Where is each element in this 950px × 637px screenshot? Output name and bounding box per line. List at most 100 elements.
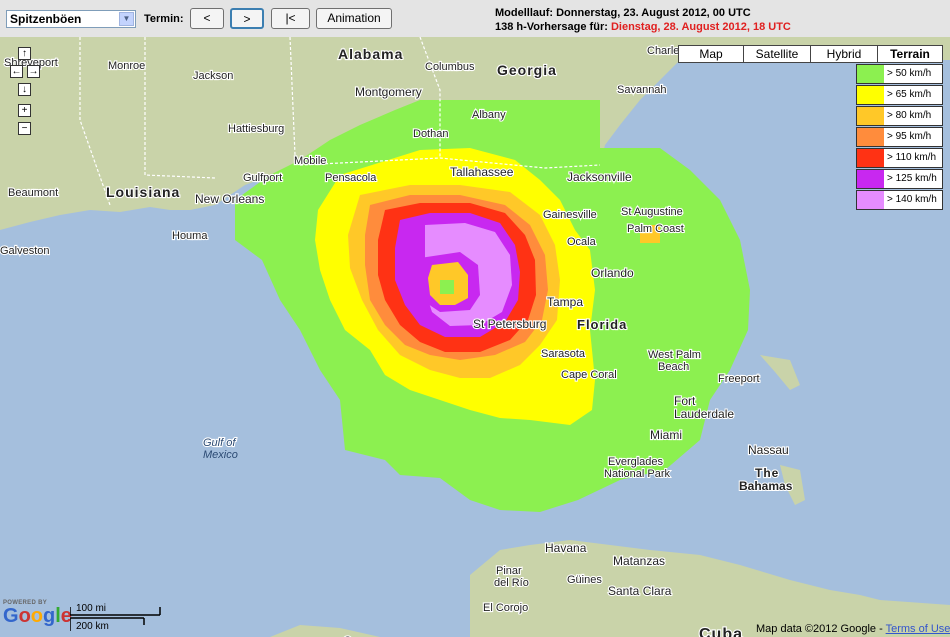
place-label-freeport: Freeport: [718, 373, 760, 385]
place-label-gulfport: Gulfport: [243, 172, 282, 184]
legend-label: > 95 km/h: [887, 131, 932, 142]
place-label-beaumont: Beaumont: [8, 187, 58, 199]
legend-row: > 50 km/h: [856, 64, 943, 84]
place-label-ocala: Ocala: [567, 236, 597, 248]
google-logo: POWERED BY Google: [3, 600, 72, 626]
legend-swatch: [857, 149, 884, 167]
place-label-everglades-national-park: Everglades: [608, 456, 664, 468]
map-type-hybrid-button[interactable]: Hybrid: [810, 45, 878, 63]
map-canvas[interactable]: Shreveport Monroe Jackson Alabama Columbus Ge…: [0, 37, 950, 637]
place-label-new-orleans: New Orleans: [195, 192, 264, 206]
google-letter: G: [3, 605, 19, 627]
zoom-in-button[interactable]: +: [18, 104, 31, 117]
place-label-matanzas: Matanzas: [613, 554, 665, 568]
scale-miles: 100 mi: [76, 603, 107, 614]
place-label-houma: Houma: [172, 230, 208, 242]
toolbar: Spitzenböen ▼ Termin: < > |< Animation M…: [0, 0, 950, 37]
legend-label: > 110 km/h: [887, 152, 937, 163]
place-label-columbus: Columbus: [425, 61, 475, 73]
legend-row: > 140 km/h: [856, 190, 943, 210]
place-label-tampa: Tampa: [547, 295, 583, 309]
place-label-pensacola: Pensacola: [325, 172, 377, 184]
place-label-gulf-of-mexico-line2: Mexico: [203, 449, 238, 461]
forecast-date: Dienstag, 28. August 2012, 18 UTC: [610, 21, 791, 33]
place-label-fort-lauderdale-line2: Lauderdale: [674, 407, 734, 421]
place-label-jackson: Jackson: [193, 70, 233, 82]
map-type-satellite-button[interactable]: Satellite: [743, 45, 811, 63]
legend-swatch: [857, 128, 884, 146]
google-wordmark: Google: [3, 606, 72, 626]
place-label-pinar-line2: del Río: [494, 577, 529, 589]
forecast-prefix: 138 h-Vorhersage für:: [495, 21, 611, 33]
animation-button[interactable]: Animation: [316, 8, 392, 29]
legend-label: > 50 km/h: [887, 68, 932, 79]
legend-row: > 80 km/h: [856, 106, 943, 126]
place-label-dothan: Dothan: [413, 128, 448, 140]
place-label-orlando: Orlando: [591, 266, 634, 280]
place-label-galveston: Galveston: [0, 245, 50, 257]
legend-label: > 80 km/h: [887, 110, 932, 121]
place-label-cuba: Cuba: [699, 626, 743, 637]
google-letter: o: [30, 605, 43, 627]
place-label-hattiesburg: Hattiesburg: [228, 123, 284, 135]
place-label-georgia: Georgia: [497, 62, 557, 78]
place-label-santa-clara: Santa Clara: [608, 584, 672, 598]
legend-swatch: [857, 170, 884, 188]
place-label-savannah: Savannah: [617, 84, 667, 96]
pan-left-button[interactable]: ←: [10, 65, 23, 78]
place-label-sarasota: Sarasota: [541, 348, 586, 360]
legend-row: > 110 km/h: [856, 148, 943, 168]
first-button[interactable]: |<: [271, 8, 310, 29]
place-label-bahamas-line2: Bahamas: [739, 479, 793, 493]
next-button[interactable]: >: [230, 8, 264, 29]
place-label-jacksonville: Jacksonville: [567, 170, 632, 184]
pan-right-button[interactable]: →: [27, 65, 40, 78]
map-type-terrain-button[interactable]: Terrain: [877, 45, 943, 63]
place-label-alabama: Alabama: [338, 46, 403, 62]
place-label-miami: Miami: [650, 428, 682, 442]
map-type-map-button[interactable]: Map: [678, 45, 744, 63]
legend-swatch: [857, 65, 884, 83]
scale-km: 200 km: [76, 621, 109, 632]
pan-up-button[interactable]: ↑: [18, 47, 31, 60]
place-label-montgomery: Montgomery: [355, 85, 422, 99]
terms-of-use-link[interactable]: Terms of Use: [886, 623, 950, 635]
legend-swatch: [857, 191, 884, 209]
place-label-st-petersburg: St Petersburg: [473, 317, 546, 331]
map-copyright: Map data ©2012 Google - Terms of Use: [756, 623, 950, 635]
place-label-louisiana: Louisiana: [106, 184, 180, 200]
place-label-west-palm-beach-line2: Beach: [658, 361, 689, 373]
zoom-out-button[interactable]: −: [18, 122, 31, 135]
legend-swatch: [857, 107, 884, 125]
termin-label: Termin:: [144, 13, 184, 25]
google-letter: o: [18, 605, 31, 627]
place-label-tallahassee: Tallahassee: [450, 165, 514, 179]
place-label-pinar-del-rio: Pinar: [496, 565, 522, 577]
place-label-everglades-line2: National Park: [604, 468, 671, 480]
place-label-monroe: Monroe: [108, 60, 145, 72]
place-label-mobile: Mobile: [294, 155, 326, 167]
place-label-gulf-of-mexico: Gulf of: [203, 437, 236, 449]
place-label-florida: Florida: [577, 317, 627, 332]
place-label-el-corojo: El Corojo: [483, 602, 528, 614]
legend-swatch: [857, 86, 884, 104]
place-label-g-ines: Güines: [567, 574, 602, 586]
legend-row: > 125 km/h: [856, 169, 943, 189]
chevron-down-icon[interactable]: ▼: [119, 12, 134, 26]
model-run-info: Modelllauf: Donnerstag, 23. August 2012,…: [495, 7, 751, 19]
google-letter: g: [43, 605, 56, 627]
place-label-cape-coral: Cape Coral: [561, 369, 617, 381]
legend-row: > 95 km/h: [856, 127, 943, 147]
parameter-select-value: Spitzenböen: [10, 12, 82, 26]
scale-bar: 100 mi 200 km: [69, 603, 170, 633]
wind-50kmh-eye: [440, 280, 454, 294]
parameter-select[interactable]: Spitzenböen ▼: [6, 10, 136, 28]
wind-legend: > 50 km/h > 65 km/h > 80 km/h > 95 km/h > 11…: [856, 64, 943, 211]
pan-down-button[interactable]: ↓: [18, 83, 31, 96]
place-label-gainesville: Gainesville: [543, 209, 597, 221]
legend-label: > 140 km/h: [887, 194, 937, 205]
prev-button[interactable]: <: [190, 8, 224, 29]
copyright-text: Map data ©2012 Google -: [756, 623, 886, 635]
legend-label: > 65 km/h: [887, 89, 932, 100]
place-label-west-palm-beach: West Palm: [648, 349, 701, 361]
